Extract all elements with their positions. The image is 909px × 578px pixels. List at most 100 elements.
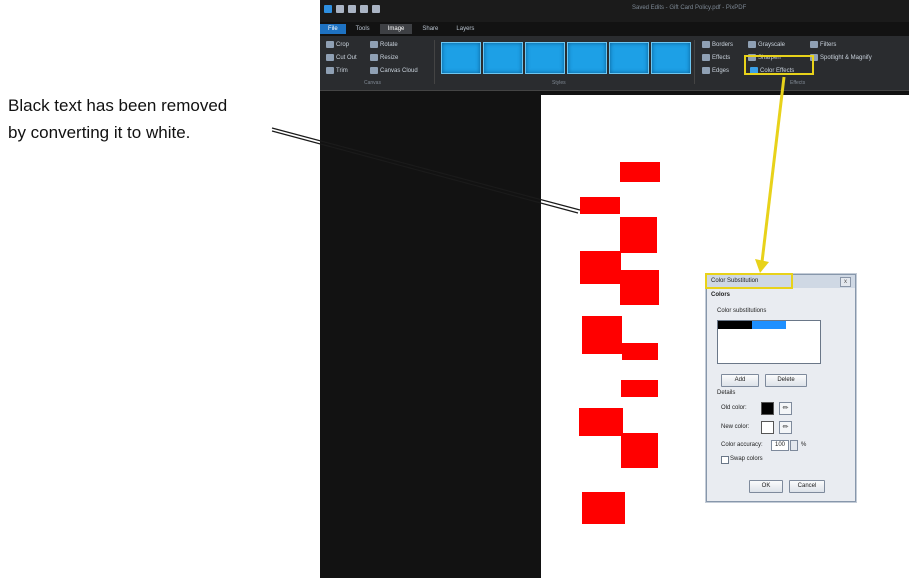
app-window: Saved Edits - Gift Card Policy.pdf - Pix… [320, 0, 909, 578]
color-substitutions-label: Color substitutions [717, 308, 767, 314]
ribbon-separator [694, 40, 695, 84]
canvas-cloud-icon [370, 67, 378, 74]
style-thumbnail[interactable] [441, 42, 481, 74]
styles-group-label: Styles [552, 80, 566, 86]
trim-label: Trim [336, 67, 348, 74]
borders-button[interactable]: Borders [702, 41, 733, 48]
redacted-block [621, 380, 658, 397]
cut-out-button[interactable]: Cut Out [326, 54, 357, 61]
trim-button[interactable]: Trim [326, 67, 348, 74]
substitutions-list[interactable] [717, 329, 821, 364]
effects-group-label: Effects [790, 80, 806, 86]
resize-icon [370, 54, 378, 61]
redacted-block [620, 162, 660, 182]
edges-label: Edges [712, 67, 730, 74]
borders-label: Borders [712, 41, 734, 48]
style-thumbnail[interactable] [651, 42, 691, 74]
spotlight-label: Spotlight & Magnify [820, 54, 872, 61]
swap-colors-label: Swap colors [730, 456, 763, 462]
ribbon: Crop Rotate Cut Out Resize Trim Canvas C… [320, 36, 909, 91]
rotate-button[interactable]: Rotate [370, 41, 398, 48]
crop-label: Crop [336, 41, 350, 48]
tab-file[interactable]: File [320, 24, 346, 34]
redacted-block [582, 492, 625, 524]
canvas-group-label: Canvas [364, 80, 381, 86]
cut-out-label: Cut Out [336, 54, 357, 61]
cancel-button[interactable]: Cancel [789, 480, 825, 493]
grayscale-label: Grayscale [758, 41, 786, 48]
app-logo-icon [324, 5, 332, 13]
filters-label: Filters [820, 41, 837, 48]
window-title: Saved Edits - Gift Card Policy.pdf - Pix… [632, 5, 747, 11]
accuracy-spinner[interactable] [790, 440, 798, 451]
grayscale-button[interactable]: Grayscale [748, 41, 785, 48]
title-bar: Saved Edits - Gift Card Policy.pdf - Pix… [320, 0, 909, 22]
effects-button[interactable]: Effects [702, 54, 730, 61]
style-thumbnail[interactable] [483, 42, 523, 74]
print-icon[interactable] [348, 5, 356, 13]
arrow-swatch [752, 321, 786, 329]
cut-out-icon [326, 54, 334, 61]
resize-label: Resize [380, 54, 399, 61]
canvas-cloud-button[interactable]: Canvas Cloud [370, 67, 418, 74]
grayscale-icon [748, 41, 756, 48]
delete-button[interactable]: Delete [765, 374, 807, 387]
resize-button[interactable]: Resize [370, 54, 398, 61]
ok-button[interactable]: OK [749, 480, 783, 493]
quick-access-toolbar [324, 5, 380, 13]
color-effects-highlight [744, 55, 814, 75]
redacted-block [579, 408, 623, 436]
redacted-block [621, 433, 658, 468]
redacted-block [580, 197, 620, 214]
redo-icon[interactable] [372, 5, 380, 13]
details-label: Details [717, 390, 736, 396]
new-color-label: New color: [721, 424, 750, 430]
old-color-swatch [718, 321, 752, 329]
add-button[interactable]: Add [721, 374, 759, 387]
filters-icon [810, 41, 818, 48]
annotation-line-1: Black text has been removed [8, 96, 228, 115]
color-substitution-dialog: Color Substitution x Colors Color substi… [705, 273, 856, 502]
accuracy-unit: % [801, 442, 807, 448]
edges-icon [702, 67, 710, 74]
color-accuracy-label: Color accuracy: [721, 442, 763, 448]
redacted-block [582, 316, 622, 354]
undo-icon[interactable] [360, 5, 368, 13]
effects-icon [702, 54, 710, 61]
spotlight-magnify-button[interactable]: Spotlight & Magnify [810, 54, 872, 61]
canvas-cloud-label: Canvas Cloud [380, 67, 418, 74]
redacted-block [620, 270, 659, 305]
tab-share[interactable]: Share [414, 24, 446, 34]
ribbon-tabs: File Tools Image Share Layers [320, 22, 909, 36]
tab-image[interactable]: Image [379, 24, 413, 34]
close-button[interactable]: x [840, 277, 851, 287]
annotation-line-2: by converting it to white. [8, 123, 191, 142]
dialog-title-highlight [705, 273, 793, 289]
redacted-block [580, 251, 621, 284]
filters-button[interactable]: Filters [810, 41, 836, 48]
tab-tools[interactable]: Tools [348, 24, 378, 34]
borders-icon [702, 41, 710, 48]
style-thumbnail[interactable] [609, 42, 649, 74]
crop-icon [326, 41, 334, 48]
redacted-block [622, 343, 658, 360]
style-thumbnail[interactable] [525, 42, 565, 74]
rotate-icon [370, 41, 378, 48]
edges-button[interactable]: Edges [702, 67, 729, 74]
save-icon[interactable] [336, 5, 344, 13]
annotation-caption: Black text has been removed by convertin… [8, 92, 308, 146]
effects-label: Effects [712, 54, 731, 61]
style-thumbnail[interactable] [567, 42, 607, 74]
new-color-picker[interactable] [761, 421, 774, 434]
colors-group-label: Colors [711, 292, 731, 298]
eyedropper-icon[interactable]: ✏ [779, 421, 792, 434]
tab-layers[interactable]: Layers [448, 24, 482, 34]
old-color-picker[interactable] [761, 402, 774, 415]
swap-colors-checkbox[interactable] [721, 456, 729, 464]
ribbon-separator [434, 40, 435, 84]
color-accuracy-input[interactable]: 100 [771, 440, 789, 451]
rotate-label: Rotate [380, 41, 398, 48]
crop-button[interactable]: Crop [326, 41, 349, 48]
eyedropper-icon[interactable]: ✏ [779, 402, 792, 415]
old-color-label: Old color: [721, 405, 747, 411]
